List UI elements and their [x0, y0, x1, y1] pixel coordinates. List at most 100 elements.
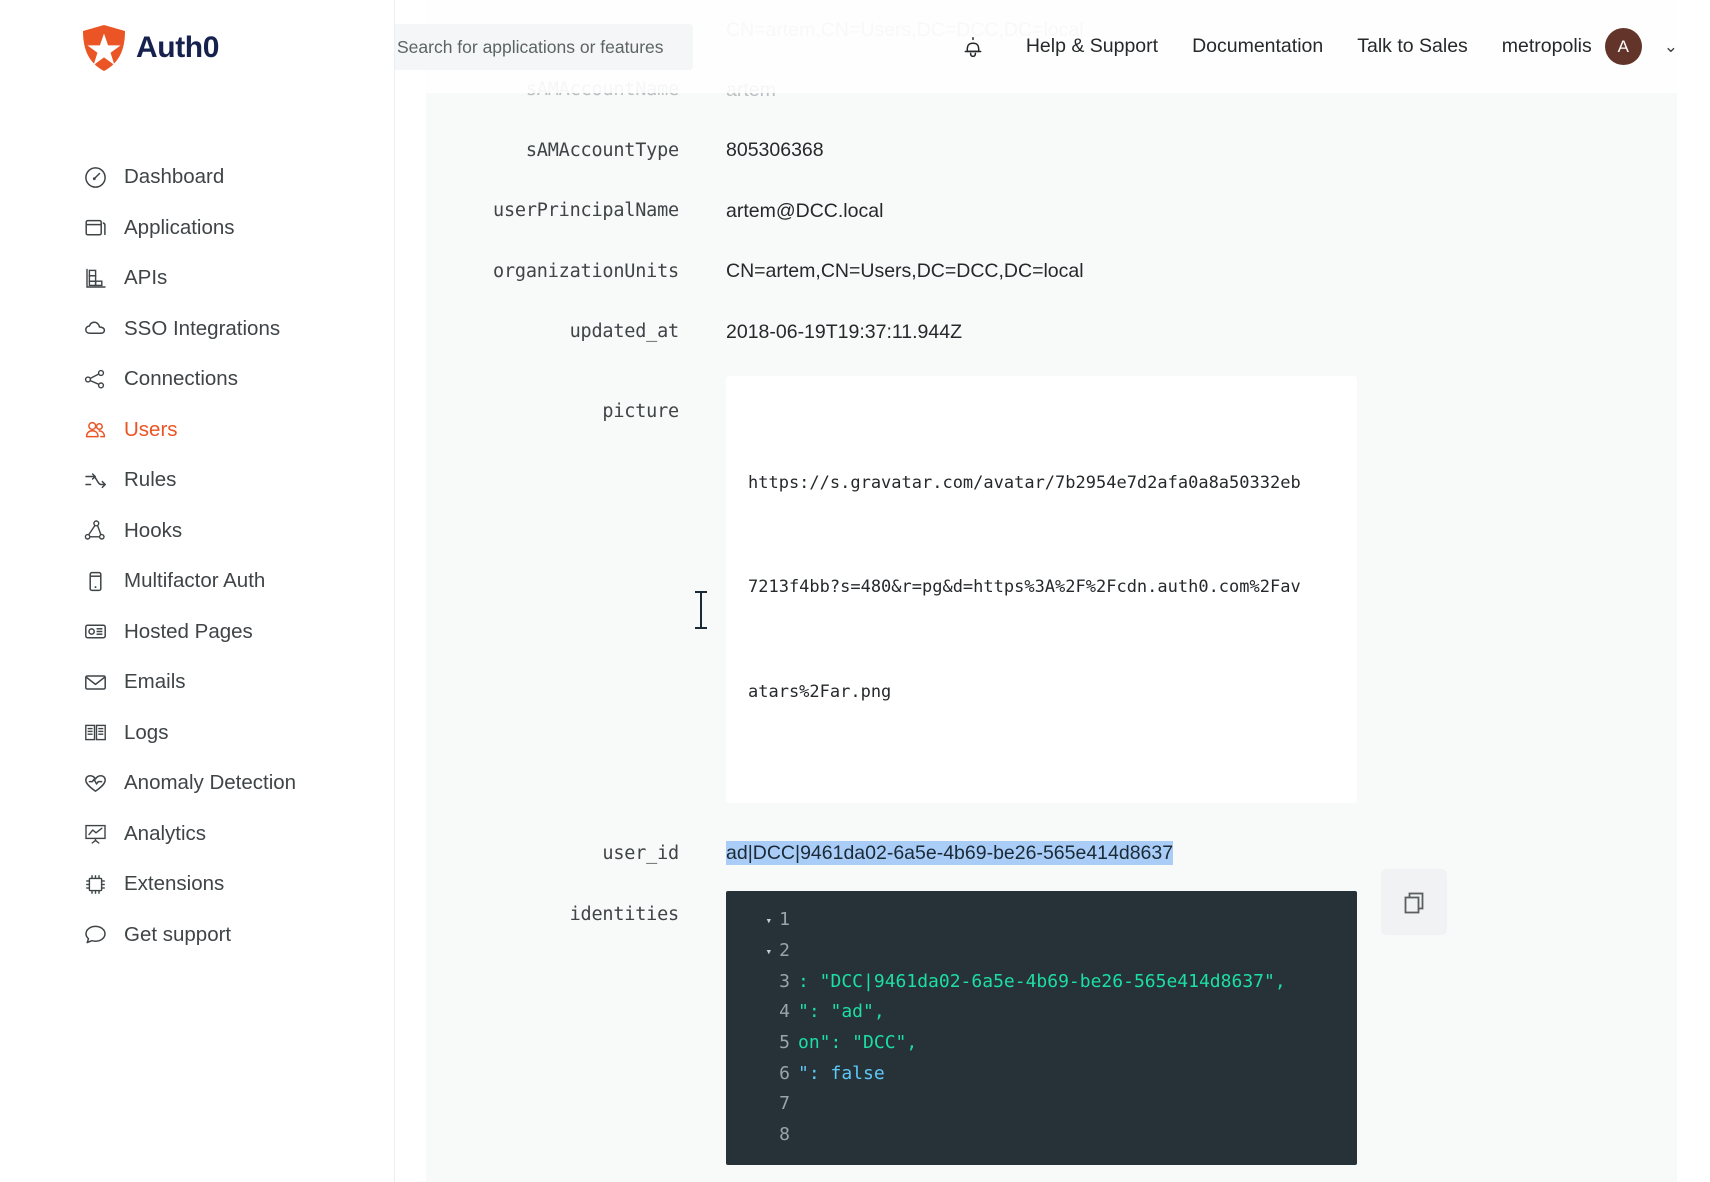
- picture-line: 7213f4bb?s=480&r=pg&d=https%3A%2F%2Fcdn.…: [748, 577, 1301, 598]
- picture-value-wrap: https://s.gravatar.com/avatar/7b2954e7d2…: [726, 376, 1357, 804]
- avatar: A: [1604, 28, 1642, 65]
- talk-to-sales-link[interactable]: Talk to Sales: [1340, 35, 1485, 58]
- bell-icon: [964, 36, 982, 57]
- row-value-user-id[interactable]: ad|DCC|9461da02-6a5e-4b69-be26-565e414d8…: [726, 841, 1677, 866]
- envelope-icon: [84, 671, 107, 694]
- row-identities: identities ▾1 ▾2 ▾3 ▾4 ▾5 ▾6 ▾7 ▾8: [426, 869, 1677, 1165]
- code-line: ": false: [798, 1062, 885, 1084]
- sidebar-item-apis[interactable]: APIs: [0, 253, 395, 304]
- sidebar-item-label: Emails: [124, 670, 186, 694]
- sidebar-item-hooks[interactable]: Hooks: [0, 506, 395, 557]
- gutter-line: ▾6: [726, 1059, 796, 1090]
- picture-line: https://s.gravatar.com/avatar/7b2954e7d2…: [748, 472, 1301, 493]
- fold-toggle-icon[interactable]: ▾: [762, 946, 773, 957]
- line-number: 3: [779, 970, 790, 992]
- line-number: 6: [779, 1062, 790, 1084]
- fold-toggle-icon[interactable]: ▾: [762, 915, 773, 926]
- sidebar-item-label: Users: [124, 417, 178, 441]
- auth0-logo[interactable]: Auth0: [82, 22, 219, 74]
- tenant-name: metropolis: [1501, 35, 1592, 57]
- sidebar-item-label: Extensions: [124, 872, 225, 896]
- search-box[interactable]: [353, 24, 693, 70]
- picture-line: atars%2Far.png: [748, 681, 892, 702]
- sidebar-item-label: Analytics: [124, 821, 207, 845]
- row-user-principal-name: userPrincipalName artem@DCC.local: [426, 181, 1677, 242]
- sidebar-item-label: Get support: [124, 922, 232, 946]
- window-icon: [84, 216, 107, 239]
- sidebar-item-label: Multifactor Auth: [124, 569, 266, 593]
- search-input[interactable]: [396, 36, 679, 58]
- auth0-dashboard-user-detail: CN=artem,CN=Users,DC=DCC,DC=local sAMAcc…: [0, 0, 1710, 1182]
- documentation-link[interactable]: Documentation: [1175, 35, 1340, 58]
- chevron-down-icon: ⌄: [1663, 37, 1678, 56]
- sidebar-item-emails[interactable]: Emails: [0, 657, 395, 708]
- sidebar-item-get-support[interactable]: Get support: [0, 910, 395, 961]
- gutter-line: ▾5: [726, 1028, 796, 1059]
- sidebar-item-connections[interactable]: Connections: [0, 354, 395, 405]
- auth0-shield-star-logo-icon: [83, 25, 125, 71]
- sidebar-item-extensions[interactable]: Extensions: [0, 859, 395, 910]
- sidebar-item-anomaly-detection[interactable]: Anomaly Detection: [0, 758, 395, 809]
- help-and-support-link[interactable]: Help & Support: [1009, 35, 1175, 58]
- sidebar-item-logs[interactable]: Logs: [0, 708, 395, 759]
- sidebar-item-sso-integrations[interactable]: SSO Integrations: [0, 304, 395, 355]
- sidebar-item-rules[interactable]: Rules: [0, 455, 395, 506]
- heart-pulse-icon: [84, 772, 107, 795]
- header-right-group: Help & Support Documentation Talk to Sal…: [951, 0, 1682, 93]
- copy-identities-button[interactable]: [1381, 869, 1447, 936]
- sidebar-item-users[interactable]: Users: [0, 405, 395, 456]
- identities-code-editor[interactable]: ▾1 ▾2 ▾3 ▾4 ▾5 ▾6 ▾7 ▾8 : "DCC|9: [726, 891, 1357, 1165]
- sidebar-nav: Dashboard Applications APIs SSO Integrat…: [0, 152, 395, 960]
- row-value-sam-account-type: 805306368: [726, 139, 824, 162]
- sidebar-item-label: Connections: [124, 367, 238, 391]
- copy-icon: [1404, 892, 1424, 914]
- code-area[interactable]: : "DCC|9461da02-6a5e-4b69-be26-565e414d8…: [796, 905, 1357, 1151]
- bar-chart-icon: [84, 267, 107, 290]
- row-label-picture: picture: [602, 401, 679, 422]
- hooks-node-icon: [84, 519, 107, 542]
- row-organization-units: organizationUnits CN=artem,CN=Users,DC=D…: [426, 241, 1677, 302]
- id-card-icon: [84, 620, 107, 643]
- share-nodes-icon: [84, 368, 107, 391]
- line-number: 2: [779, 939, 790, 961]
- row-label-sam-account-type: sAMAccountType: [525, 139, 679, 161]
- row-user-id: user_id ad|DCC|9461da02-6a5e-4b69-be26-5…: [426, 823, 1677, 883]
- sidebar-item-label: APIs: [124, 266, 168, 290]
- auth0-logo-text: Auth0: [136, 31, 219, 64]
- code-gutter: ▾1 ▾2 ▾3 ▾4 ▾5 ▾6 ▾7 ▾8: [726, 905, 796, 1151]
- presentation-chart-icon: [84, 822, 107, 845]
- tenant-menu[interactable]: metropolis A ⌄: [1485, 28, 1682, 65]
- row-value-updated-at: 2018-06-19T19:37:11.944Z: [726, 320, 962, 343]
- row-updated-at: updated_at 2018-06-19T19:37:11.944Z: [426, 302, 1677, 363]
- user-id-selected-text[interactable]: ad|DCC|9461da02-6a5e-4b69-be26-565e414d8…: [726, 841, 1174, 866]
- sidebar-item-analytics[interactable]: Analytics: [0, 809, 395, 860]
- sidebar-item-label: Rules: [124, 468, 177, 492]
- sidebar-item-label: Anomaly Detection: [124, 771, 297, 795]
- gutter-line: ▾ 2: [726, 936, 796, 967]
- sidebar-item-label: SSO Integrations: [124, 316, 281, 340]
- sidebar-item-hosted-pages[interactable]: Hosted Pages: [0, 607, 395, 658]
- sidebar-item-applications[interactable]: Applications: [0, 203, 395, 254]
- cloud-icon: [84, 317, 107, 340]
- sidebar-item-dashboard[interactable]: Dashboard: [0, 152, 395, 203]
- sidebar-item-label: Applications: [124, 215, 235, 239]
- sidebar-item-label: Dashboard: [124, 165, 225, 189]
- sidebar-item-label: Hooks: [124, 518, 183, 542]
- picture-value-box: https://s.gravatar.com/avatar/7b2954e7d2…: [726, 376, 1357, 804]
- line-number: 5: [779, 1032, 790, 1054]
- row-sam-account-type: sAMAccountType 805306368: [426, 120, 1677, 181]
- left-sidebar: Auth0 Dashboard Applications APIs SSO In…: [0, 0, 395, 1182]
- line-number: 4: [779, 1001, 790, 1023]
- gauge-icon: [84, 166, 107, 189]
- book-icon: [84, 721, 107, 744]
- row-label-updated-at: updated_at: [569, 321, 680, 343]
- line-number: 1: [779, 909, 790, 931]
- gutter-line: ▾7: [726, 1089, 796, 1120]
- gutter-line: ▾4: [726, 997, 796, 1028]
- notifications-button[interactable]: [951, 25, 995, 69]
- line-number: 8: [779, 1124, 790, 1146]
- sidebar-item-multifactor-auth[interactable]: Multifactor Auth: [0, 556, 395, 607]
